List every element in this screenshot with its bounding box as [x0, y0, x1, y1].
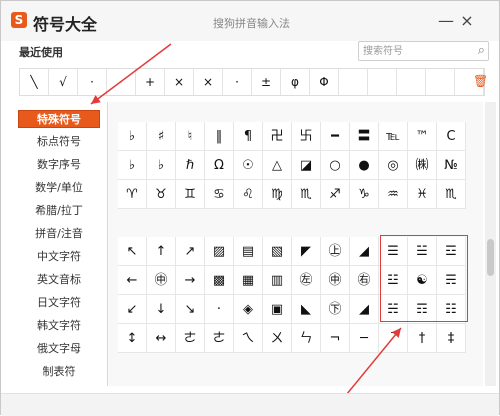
symbol-window: S 符号大全 搜狗拼音输入法 — × 最近使用 ⌕ ╲√··+××·±φΦ 🗑 … — [0, 0, 500, 416]
arrow-to-category — [90, 43, 172, 105]
annotation-arrows — [90, 43, 402, 412]
footer-bar — [1, 393, 499, 416]
